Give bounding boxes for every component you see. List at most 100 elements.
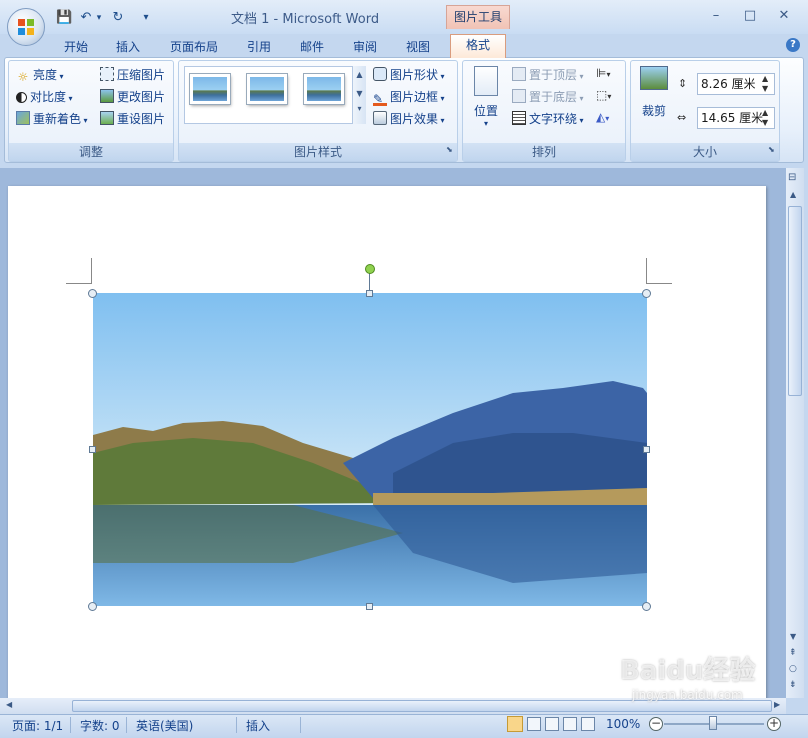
scroll-right-icon[interactable]: ▶: [774, 700, 780, 709]
brightness-button[interactable]: ☼ 亮度 ▾: [16, 66, 64, 84]
align-icon[interactable]: ⊫▾: [596, 66, 610, 80]
print-layout-icon[interactable]: [507, 716, 523, 732]
group-adjust-label: 调整: [9, 143, 173, 161]
outline-icon[interactable]: [563, 717, 577, 731]
status-page[interactable]: 页面: 1/1: [12, 717, 63, 734]
contrast-icon: [16, 92, 27, 103]
crop-button[interactable]: 裁剪: [636, 64, 672, 124]
group-arrange-label: 排列: [463, 143, 625, 161]
rotation-handle[interactable]: [365, 264, 375, 274]
resize-handle-right[interactable]: [643, 446, 650, 453]
height-spinner-icon[interactable]: ▲ ▼: [762, 74, 768, 94]
redo-icon[interactable]: ↻: [110, 10, 126, 26]
customize-qat-icon[interactable]: ▾: [140, 10, 152, 26]
status-bar: [0, 714, 808, 738]
tab-review[interactable]: 审阅: [353, 38, 377, 55]
resize-handle-top[interactable]: [366, 290, 373, 297]
bring-front-icon: [512, 67, 526, 81]
scroll-left-icon[interactable]: ◀: [6, 700, 12, 709]
style-thumb-1[interactable]: [190, 74, 230, 104]
width-spinner-icon[interactable]: ▲ ▼: [762, 108, 768, 128]
scroll-down-icon[interactable]: ▼: [790, 632, 796, 641]
zoom-level[interactable]: 100%: [606, 717, 640, 731]
resize-handle-bottom-left[interactable]: [88, 602, 97, 611]
dialog-launcher-icon[interactable]: ⬊: [446, 145, 453, 154]
window-title: 文档 1 - Microsoft Word: [231, 12, 380, 27]
gallery-up-icon[interactable]: ▲: [353, 70, 366, 79]
width-icon: ⇔: [677, 111, 687, 124]
size-launcher-icon[interactable]: ⬊: [768, 145, 775, 154]
maximize-button[interactable]: □: [738, 8, 762, 26]
vertical-scroll-thumb[interactable]: [788, 206, 802, 396]
resize-handle-top-left[interactable]: [88, 289, 97, 298]
next-page-icon[interactable]: ⇟: [789, 680, 797, 690]
resize-handle-top-right[interactable]: [642, 289, 651, 298]
picture-effects-button[interactable]: 图片效果 ▾: [373, 110, 445, 127]
tab-format[interactable]: 格式: [450, 34, 506, 58]
minimize-button[interactable]: –: [704, 8, 728, 26]
resize-handle-bottom[interactable]: [366, 603, 373, 610]
status-insert-mode[interactable]: 插入: [246, 717, 270, 734]
height-icon: ⇕: [678, 77, 688, 90]
status-language[interactable]: 英语(美国): [136, 717, 193, 734]
ruler-toggle-icon[interactable]: ⊟: [788, 172, 796, 183]
prev-page-icon[interactable]: ⇞: [789, 648, 797, 658]
reset-picture-icon: [100, 111, 114, 125]
margin-mark-left: [66, 258, 92, 284]
picture-shape-button[interactable]: 图片形状 ▾: [373, 66, 445, 83]
send-to-back-button[interactable]: 置于底层 ▾: [512, 88, 584, 105]
pen-icon: ✎: [373, 92, 387, 106]
tab-page-layout[interactable]: 页面布局: [170, 38, 218, 55]
rotate-icon[interactable]: ◭▾: [596, 110, 609, 124]
picture-border-button[interactable]: ✎ 图片边框 ▾: [373, 88, 445, 106]
group-objects-icon[interactable]: ⬚▾: [596, 88, 611, 102]
office-button[interactable]: [7, 8, 45, 46]
group-size-label: 大小: [631, 143, 779, 161]
zoom-in-icon[interactable]: +: [767, 717, 781, 731]
undo-icon[interactable]: ↶: [78, 10, 94, 26]
shape-icon: [373, 67, 387, 81]
wrap-icon: [512, 111, 526, 125]
close-button[interactable]: ✕: [772, 8, 796, 26]
reset-picture-button[interactable]: 重设图片: [100, 110, 165, 127]
watermark-logo: Baidu经验: [620, 656, 756, 686]
tab-view[interactable]: 视图: [406, 38, 430, 55]
web-layout-icon[interactable]: [545, 717, 559, 731]
text-wrapping-button[interactable]: 文字环绕 ▾: [512, 110, 584, 127]
gallery-more-icon[interactable]: ▾: [353, 104, 366, 113]
browse-object-icon[interactable]: ○: [789, 664, 797, 674]
position-icon: [474, 66, 498, 96]
effects-icon: [373, 111, 387, 125]
gallery-scroll[interactable]: ▲ ▼ ▾: [352, 66, 366, 124]
compress-pictures-button[interactable]: 压缩图片: [100, 66, 165, 83]
position-button[interactable]: 位置 ▾: [470, 64, 502, 130]
gallery-down-icon[interactable]: ▼: [353, 89, 366, 98]
rotation-stem: [369, 272, 370, 290]
resize-handle-left[interactable]: [89, 446, 96, 453]
style-thumb-3[interactable]: [304, 74, 344, 104]
full-screen-reading-icon[interactable]: [527, 717, 541, 731]
zoom-slider-thumb[interactable]: [709, 716, 717, 730]
help-icon[interactable]: ?: [786, 38, 800, 52]
tab-home[interactable]: 开始: [64, 38, 88, 55]
recolor-icon: [16, 111, 30, 125]
tab-mailings[interactable]: 邮件: [300, 38, 324, 55]
draft-icon[interactable]: [581, 717, 595, 731]
save-icon[interactable]: 💾: [56, 10, 72, 26]
undo-dropdown-icon[interactable]: ▾: [94, 10, 104, 26]
sun-icon: ☼: [17, 70, 29, 84]
bring-to-front-button[interactable]: 置于顶层 ▾: [512, 66, 584, 83]
change-picture-button[interactable]: 更改图片: [100, 88, 165, 105]
send-back-icon: [512, 89, 526, 103]
scroll-up-icon[interactable]: ▲: [790, 190, 796, 199]
style-thumb-2[interactable]: [247, 74, 287, 104]
landscape-picture[interactable]: [93, 293, 647, 606]
tab-insert[interactable]: 插入: [116, 38, 140, 55]
tab-references[interactable]: 引用: [247, 38, 271, 55]
status-word-count[interactable]: 字数: 0: [80, 717, 120, 734]
contrast-button[interactable]: 对比度 ▾: [16, 88, 73, 105]
recolor-button[interactable]: 重新着色 ▾: [16, 110, 88, 127]
crop-icon: [640, 66, 668, 90]
zoom-out-icon[interactable]: −: [649, 717, 663, 731]
resize-handle-bottom-right[interactable]: [642, 602, 651, 611]
